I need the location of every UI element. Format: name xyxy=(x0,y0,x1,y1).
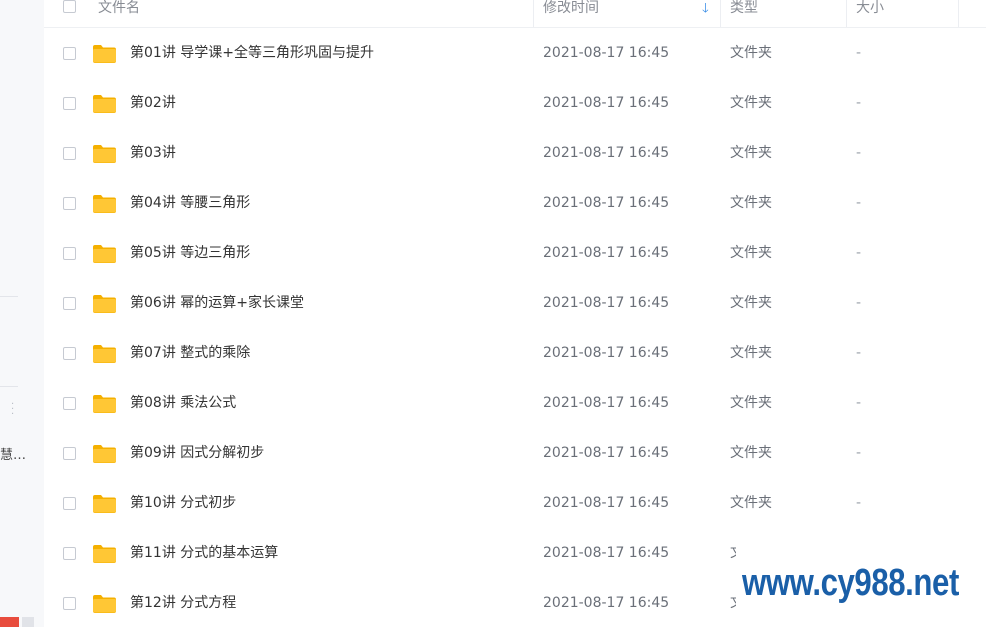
file-type: 文件夹 xyxy=(730,595,736,611)
file-size: - xyxy=(856,195,862,211)
file-modified-date: 2021-08-17 16:45 xyxy=(543,595,670,611)
file-type: 文件夹 xyxy=(730,345,772,361)
sidebar-grey-block xyxy=(22,617,34,627)
file-type: 文件夹 xyxy=(730,95,772,111)
file-type: 文件夹 xyxy=(730,495,772,511)
file-type: 文件夹 xyxy=(730,45,772,61)
column-divider xyxy=(533,0,534,27)
row-checkbox[interactable] xyxy=(63,447,76,460)
file-list-header: 文件名 修改时间 🡓 类型 大小 xyxy=(44,0,986,28)
file-type: 文件夹 xyxy=(730,295,772,311)
folder-icon xyxy=(93,545,116,563)
folder-icon xyxy=(93,345,116,363)
file-type: 文件夹 xyxy=(730,545,736,561)
file-size: - xyxy=(856,495,862,511)
column-divider xyxy=(720,0,721,27)
file-name[interactable]: 第08讲 乘法公式 xyxy=(130,395,236,411)
file-name[interactable]: 第11讲 分式的基本运算 xyxy=(130,545,278,561)
file-name[interactable]: 第02讲 xyxy=(130,95,176,111)
file-name[interactable]: 第06讲 幂的运算+家长课堂 xyxy=(130,295,304,311)
file-name[interactable]: 第01讲 导学课+全等三角形巩固与提升 xyxy=(130,45,374,61)
file-modified-date: 2021-08-17 16:45 xyxy=(543,195,670,211)
row-checkbox[interactable] xyxy=(63,147,76,160)
file-type: 文件夹 xyxy=(730,245,772,261)
folder-icon xyxy=(93,245,116,263)
file-name[interactable]: 第10讲 分式初步 xyxy=(130,495,236,511)
file-size: - xyxy=(856,95,862,111)
file-row[interactable]: 第01讲 导学课+全等三角形巩固与提升 2021-08-17 16:45 文件夹 - xyxy=(44,28,986,78)
column-header-size[interactable]: 大小 xyxy=(856,0,884,27)
file-modified-date: 2021-08-17 16:45 xyxy=(543,445,670,461)
folder-icon xyxy=(93,95,116,113)
file-size: - xyxy=(856,245,862,261)
folder-icon xyxy=(93,45,116,63)
arrow-down-icon[interactable]: 🡓 xyxy=(702,2,709,16)
file-row[interactable]: 第07讲 整式的乘除 2021-08-17 16:45 文件夹 - xyxy=(44,328,986,378)
column-header-modified[interactable]: 修改时间 xyxy=(543,0,599,27)
file-name[interactable]: 第12讲 分式方程 xyxy=(130,595,236,611)
file-name[interactable]: 第09讲 因式分解初步 xyxy=(130,445,264,461)
file-row[interactable]: 第09讲 因式分解初步 2021-08-17 16:45 文件夹 - xyxy=(44,428,986,478)
folder-icon xyxy=(93,145,116,163)
row-checkbox[interactable] xyxy=(63,497,76,510)
file-type: 文件夹 xyxy=(730,145,772,161)
row-checkbox[interactable] xyxy=(63,47,76,60)
file-type: 文件夹 xyxy=(730,195,772,211)
file-name[interactable]: 第07讲 整式的乘除 xyxy=(130,345,250,361)
file-modified-date: 2021-08-17 16:45 xyxy=(543,545,670,561)
file-modified-date: 2021-08-17 16:45 xyxy=(543,395,670,411)
file-row[interactable]: 第05讲 等边三角形 2021-08-17 16:45 文件夹 - xyxy=(44,228,986,278)
file-size: - xyxy=(856,345,862,361)
row-checkbox[interactable] xyxy=(63,297,76,310)
folder-icon xyxy=(93,295,116,313)
column-header-name[interactable]: 文件名 xyxy=(98,0,140,27)
sidebar-red-block xyxy=(0,617,19,627)
file-row[interactable]: 第02讲 2021-08-17 16:45 文件夹 - xyxy=(44,78,986,128)
file-modified-date: 2021-08-17 16:45 xyxy=(543,495,670,511)
column-header-type[interactable]: 类型 xyxy=(730,0,758,27)
file-row[interactable]: 第04讲 等腰三角形 2021-08-17 16:45 文件夹 - xyxy=(44,178,986,228)
folder-icon xyxy=(93,595,116,613)
folder-icon xyxy=(93,395,116,413)
file-modified-date: 2021-08-17 16:45 xyxy=(543,95,670,111)
file-type: 文件夹 xyxy=(730,395,772,411)
file-size: - xyxy=(856,45,862,61)
folder-icon xyxy=(93,445,116,463)
row-checkbox[interactable] xyxy=(63,97,76,110)
row-checkbox[interactable] xyxy=(63,597,76,610)
file-modified-date: 2021-08-17 16:45 xyxy=(543,145,670,161)
sidebar-divider xyxy=(0,386,18,387)
row-checkbox[interactable] xyxy=(63,397,76,410)
row-checkbox[interactable] xyxy=(63,547,76,560)
folder-icon xyxy=(93,195,116,213)
drag-handle-icon[interactable]: · · · xyxy=(11,400,15,420)
row-checkbox[interactable] xyxy=(63,197,76,210)
file-row[interactable]: 第10讲 分式初步 2021-08-17 16:45 文件夹 - xyxy=(44,478,986,528)
sidebar-item-label[interactable]: 慧… xyxy=(0,444,26,463)
file-name[interactable]: 第03讲 xyxy=(130,145,176,161)
file-size: - xyxy=(856,145,862,161)
file-row[interactable]: 第08讲 乘法公式 2021-08-17 16:45 文件夹 - xyxy=(44,378,986,428)
file-row[interactable]: 第06讲 幂的运算+家长课堂 2021-08-17 16:45 文件夹 - xyxy=(44,278,986,328)
file-size: - xyxy=(856,295,862,311)
file-type: 文件夹 xyxy=(730,445,772,461)
file-name[interactable]: 第04讲 等腰三角形 xyxy=(130,195,250,211)
folder-icon xyxy=(93,495,116,513)
select-all-checkbox[interactable] xyxy=(63,0,76,13)
column-divider xyxy=(846,0,847,27)
row-checkbox[interactable] xyxy=(63,347,76,360)
file-modified-date: 2021-08-17 16:45 xyxy=(543,45,670,61)
file-size: - xyxy=(856,395,862,411)
sidebar: · · · 慧… xyxy=(0,0,44,627)
sidebar-divider xyxy=(0,296,18,297)
watermark: www.cy988.net xyxy=(742,562,959,604)
file-size: - xyxy=(856,445,862,461)
column-divider xyxy=(958,0,959,27)
file-modified-date: 2021-08-17 16:45 xyxy=(543,345,670,361)
file-name[interactable]: 第05讲 等边三角形 xyxy=(130,245,250,261)
row-checkbox[interactable] xyxy=(63,247,76,260)
file-modified-date: 2021-08-17 16:45 xyxy=(543,245,670,261)
file-modified-date: 2021-08-17 16:45 xyxy=(543,295,670,311)
file-row[interactable]: 第03讲 2021-08-17 16:45 文件夹 - xyxy=(44,128,986,178)
